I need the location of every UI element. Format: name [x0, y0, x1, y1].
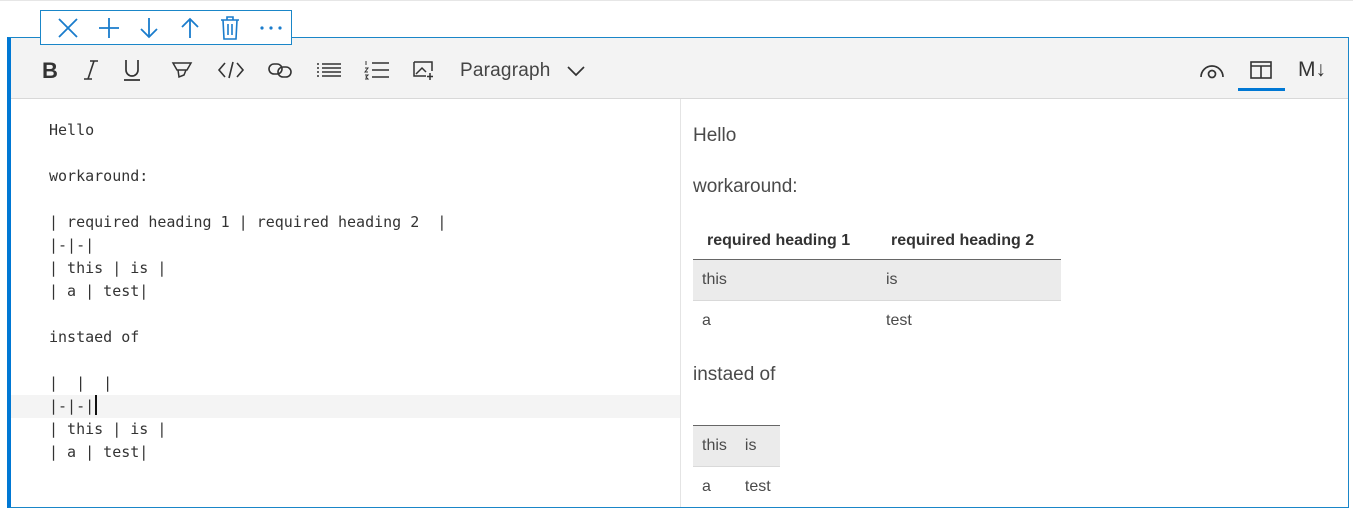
- table-cell: a: [702, 312, 711, 329]
- split-view-button[interactable]: [1247, 55, 1275, 85]
- table-row: this is: [693, 425, 780, 467]
- markdown-view-button[interactable]: M↓: [1293, 55, 1331, 85]
- more-actions-button[interactable]: [251, 11, 292, 44]
- table-cell: a: [702, 478, 711, 495]
- numbered-list-button[interactable]: [364, 55, 390, 85]
- source-line-text: |-|-|: [49, 397, 95, 415]
- add-cell-button[interactable]: [89, 11, 130, 44]
- table-header-row: required heading 1 required heading 2: [693, 223, 1061, 260]
- close-cell-button[interactable]: [48, 11, 89, 44]
- table-cell: test: [744, 478, 771, 495]
- table-cell: this: [693, 425, 736, 467]
- cell-toolbar: [40, 10, 292, 45]
- top-divider: [0, 0, 1353, 1]
- table-header-cell: required heading 1: [693, 223, 877, 260]
- bullet-list-button[interactable]: [316, 55, 342, 85]
- insert-image-button[interactable]: [412, 55, 438, 85]
- table-cell: this: [693, 259, 877, 301]
- highlight-button[interactable]: [169, 55, 195, 85]
- image-icon: [413, 61, 433, 80]
- table-header-cell: required heading 2: [877, 223, 1061, 260]
- source-line[interactable]: workaround:: [11, 165, 680, 188]
- numbered-list-icon: [364, 61, 389, 80]
- preview-table: this is a test: [693, 415, 780, 507]
- table-row: a test: [693, 301, 1061, 342]
- active-view-indicator: [1238, 88, 1285, 91]
- code-button[interactable]: [216, 55, 246, 85]
- source-line[interactable]: | required heading 1 | required heading …: [11, 211, 680, 234]
- source-line[interactable]: | a | test|: [11, 280, 680, 303]
- move-up-icon: [181, 17, 199, 38]
- table-cell: is: [877, 259, 1061, 301]
- table-cell: test: [886, 312, 912, 329]
- source-line[interactable]: | this | is |: [11, 257, 680, 280]
- block-type-label: Paragraph: [460, 60, 551, 81]
- source-line[interactable]: Hello: [11, 119, 680, 142]
- table-row: this is: [693, 259, 1061, 301]
- formatting-toolbar: B Paragraph M↓: [11, 38, 1348, 99]
- preview-icon: [1200, 65, 1224, 79]
- italic-button[interactable]: [79, 55, 103, 85]
- bold-icon: B: [42, 59, 58, 81]
- table-header-cell: [693, 415, 736, 426]
- table-header-cell: [735, 415, 780, 426]
- source-line[interactable]: | | |: [11, 372, 680, 395]
- more-icon: [260, 25, 282, 30]
- bullet-list-icon: [317, 63, 341, 77]
- markdown-icon: M↓: [1298, 58, 1326, 81]
- markdown-preview-pane: Hello workaround: required heading 1 req…: [681, 99, 1348, 507]
- source-line[interactable]: instaed of: [11, 326, 680, 349]
- table-row: a test: [693, 467, 780, 508]
- block-type-select[interactable]: Paragraph: [460, 58, 585, 84]
- preview-paragraph: Hello: [693, 125, 737, 146]
- close-icon: [58, 17, 78, 38]
- preview-table: required heading 1 required heading 2 th…: [693, 223, 1061, 341]
- markdown-cell: B Paragraph M↓ Hello workaround: | requi…: [7, 37, 1349, 508]
- table-cell: is: [735, 425, 780, 467]
- preview-paragraph: workaround:: [693, 176, 798, 197]
- highlight-icon: [171, 62, 193, 79]
- add-icon: [98, 17, 119, 38]
- delete-cell-button[interactable]: [210, 11, 251, 44]
- link-icon: [268, 63, 292, 78]
- underline-button[interactable]: [119, 55, 145, 85]
- delete-icon: [221, 15, 240, 40]
- move-down-icon: [140, 17, 158, 38]
- bold-button[interactable]: B: [38, 55, 62, 85]
- underline-icon: [124, 60, 140, 81]
- source-line[interactable]: | this | is |: [11, 418, 680, 441]
- svg-text:B: B: [42, 59, 58, 81]
- preview-view-button[interactable]: [1198, 55, 1226, 85]
- chevron-down-icon: [566, 66, 585, 77]
- source-line[interactable]: |-|-|: [11, 234, 680, 257]
- link-button[interactable]: [266, 55, 294, 85]
- code-icon: [217, 61, 245, 79]
- source-line[interactable]: | a | test|: [11, 441, 680, 464]
- move-up-button[interactable]: [170, 11, 211, 44]
- italic-icon: [84, 60, 98, 80]
- move-down-button[interactable]: [129, 11, 170, 44]
- table-header-row: [693, 415, 780, 426]
- markdown-source-pane[interactable]: Hello workaround: | required heading 1 |…: [11, 99, 681, 507]
- source-line-current[interactable]: |-|-|: [11, 395, 680, 418]
- text-caret: [95, 395, 98, 415]
- split-view-icon: [1250, 61, 1272, 79]
- preview-paragraph: instaed of: [693, 364, 776, 385]
